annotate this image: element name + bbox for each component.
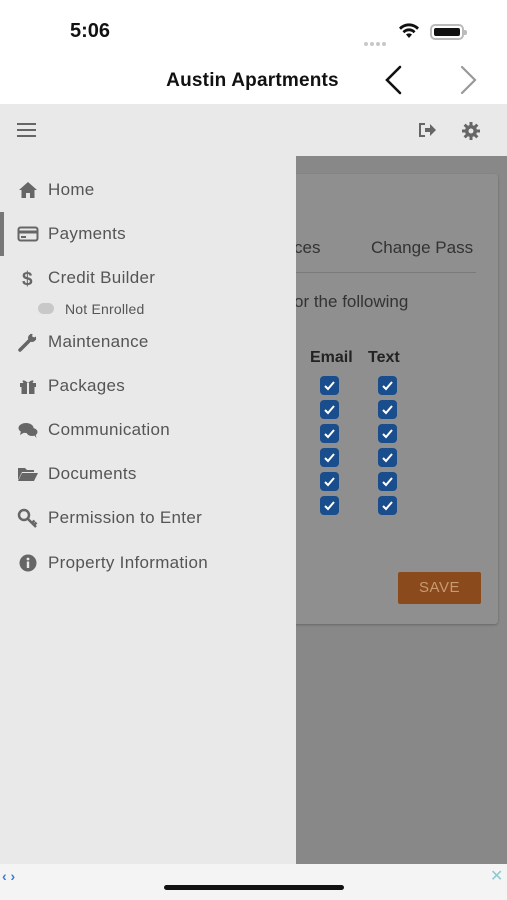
tab-preferences[interactable]: ces <box>296 238 320 258</box>
save-button[interactable]: SAVE <box>398 572 481 604</box>
svg-text:$: $ <box>22 269 33 289</box>
navigation-bar: Austin Apartments <box>0 56 507 104</box>
home-indicator[interactable] <box>164 885 344 890</box>
home-icon <box>17 179 39 201</box>
text-checkbox[interactable] <box>378 496 397 515</box>
key-icon <box>17 507 39 529</box>
status-time: 5:06 <box>70 20 111 42</box>
email-checkbox[interactable] <box>320 496 339 515</box>
email-checkbox[interactable] <box>320 400 339 419</box>
gift-icon <box>17 375 39 397</box>
column-header-text: Text <box>368 349 400 366</box>
tab-divider <box>296 272 476 273</box>
forward-arrow-icon[interactable] <box>456 64 480 101</box>
drawer-item-label: Credit Builder <box>48 268 156 287</box>
drawer-item-property-information[interactable]: Property Information <box>0 545 296 581</box>
email-checkbox[interactable] <box>320 472 339 491</box>
text-checkbox[interactable] <box>378 448 397 467</box>
chat-bubbles-icon <box>17 419 39 441</box>
dollar-icon: $ <box>17 267 39 290</box>
tab-change-password[interactable]: Change Pass <box>371 238 473 258</box>
menu-icon[interactable] <box>17 123 36 137</box>
wifi-icon <box>398 22 420 44</box>
drawer-item-label: Communication <box>48 420 171 439</box>
text-checkbox[interactable] <box>378 400 397 419</box>
drawer-item-home[interactable]: Home <box>0 172 296 208</box>
info-circle-icon <box>17 552 39 574</box>
text-checkbox[interactable] <box>378 472 397 491</box>
back-arrow-icon[interactable] <box>382 64 406 101</box>
folder-open-icon <box>17 463 39 485</box>
wrench-icon <box>17 331 39 353</box>
text-checkbox[interactable] <box>378 376 397 395</box>
battery-icon <box>430 24 467 40</box>
drawer-item-credit-builder[interactable]: $ Credit Builder <box>0 260 296 296</box>
cellular-signal-icon <box>364 33 388 51</box>
drawer-item-permission-to-enter[interactable]: Permission to Enter <box>0 500 296 536</box>
drawer-item-communication[interactable]: Communication <box>0 412 296 448</box>
email-checkbox[interactable] <box>320 376 339 395</box>
drawer-item-packages[interactable]: Packages <box>0 368 296 404</box>
email-checkbox[interactable] <box>320 448 339 467</box>
status-bar: 5:06 <box>0 0 507 56</box>
credit-card-icon <box>17 223 39 245</box>
drawer-item-label: Documents <box>48 464 137 483</box>
drawer-item-label: Packages <box>48 376 126 395</box>
credit-builder-status-label: Not Enrolled <box>65 301 145 317</box>
intro-text: or the following <box>296 292 409 311</box>
text-checkbox[interactable] <box>378 424 397 443</box>
bottom-bar: ‹ › ✕ <box>0 864 507 900</box>
drawer-item-maintenance[interactable]: Maintenance <box>0 324 296 360</box>
drawer-item-label: Maintenance <box>48 332 149 351</box>
column-header-email: Email <box>310 349 353 366</box>
close-icon[interactable]: ✕ <box>490 866 503 886</box>
drawer-item-label: Payments <box>48 224 126 243</box>
drawer-item-payments[interactable]: Payments <box>0 216 296 252</box>
page-title: Austin Apartments <box>0 70 507 92</box>
page-title-text: Austin Apartments <box>166 70 339 91</box>
status-dot-icon <box>38 303 54 314</box>
drawer-item-label: Home <box>48 180 95 199</box>
drawer-item-documents[interactable]: Documents <box>0 456 296 492</box>
drawer-item-label: Permission to Enter <box>48 508 203 527</box>
drawer-item-label: Property Information <box>48 553 209 572</box>
dimmed-overlay[interactable]: ces Change Pass or the following Email T… <box>296 156 507 864</box>
app-header <box>0 104 507 156</box>
email-checkbox[interactable] <box>320 424 339 443</box>
gear-icon[interactable] <box>462 122 480 145</box>
notification-preferences-card: ces Change Pass or the following Email T… <box>296 174 498 624</box>
ad-choices-icon[interactable]: ‹ › <box>2 868 15 884</box>
logout-icon[interactable] <box>418 122 438 143</box>
